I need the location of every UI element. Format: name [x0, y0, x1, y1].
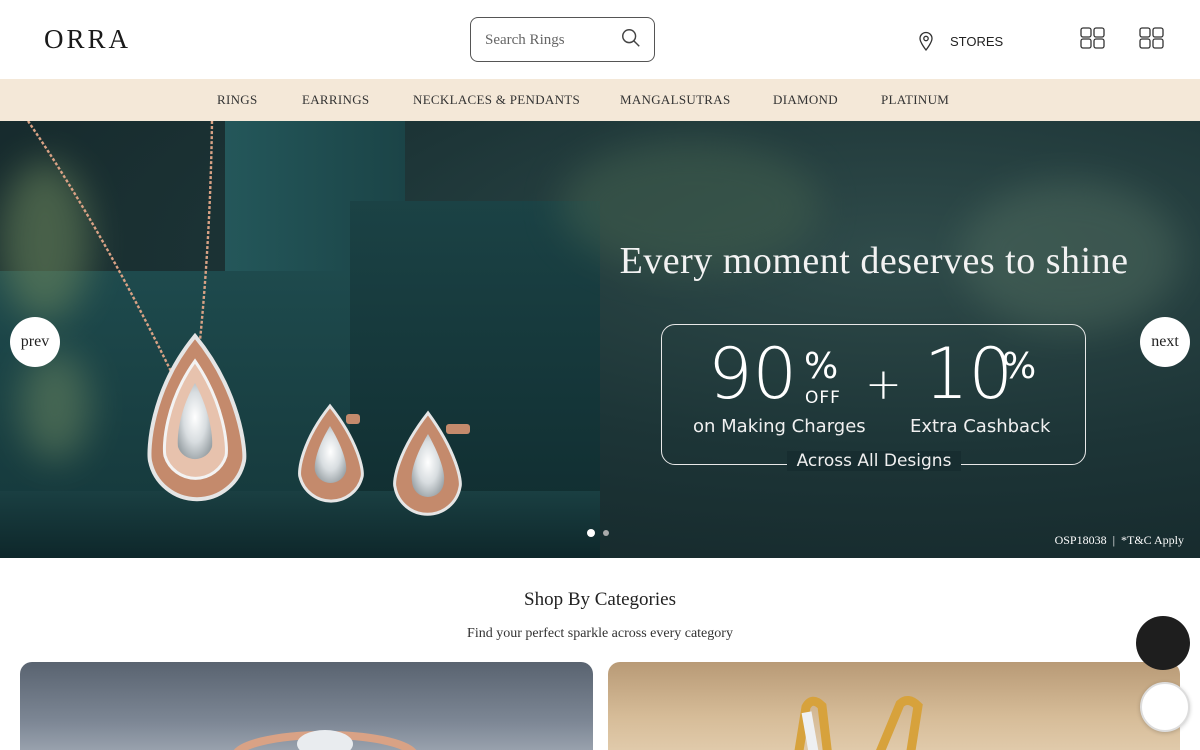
hero-banner[interactable]: Every moment deserves to shine 90 % OFF … [0, 121, 1200, 558]
site-header: ORRA STORES [0, 0, 1200, 79]
nav-item-earrings[interactable]: EARRINGS [302, 92, 369, 108]
carousel-dot[interactable] [587, 529, 595, 537]
offer-making-percent: 90 [708, 333, 798, 415]
categories-title: Shop By Categories [524, 589, 676, 610]
main-nav: RINGS EARRINGS NECKLACES & PENDANTS MANG… [0, 79, 1200, 121]
offer-cashback-label: Extra Cashback [910, 416, 1051, 437]
categories-subtitle: Find your perfect sparkle across every c… [467, 626, 733, 641]
nav-item-rings[interactable]: RINGS [217, 92, 258, 108]
stores-link[interactable]: STORES [918, 30, 1003, 52]
offer-making-label: on Making Charges [693, 416, 866, 437]
ring-image [233, 730, 417, 750]
legal-note: OSP18038 | *T&C Apply [1055, 533, 1184, 548]
nav-item-platinum[interactable]: PLATINUM [881, 92, 949, 108]
legal-separator: | [1112, 533, 1115, 547]
grid-icon[interactable] [1080, 27, 1105, 49]
offer-off-label: OFF [805, 388, 841, 408]
carousel-next-button[interactable]: next [1140, 317, 1190, 367]
search-icon[interactable] [620, 27, 642, 49]
offer-percent-sign: % [1002, 346, 1037, 387]
carousel-dot[interactable] [603, 530, 609, 536]
nav-item-necklaces-pendants[interactable]: NECKLACES & PENDANTS [413, 92, 580, 108]
offer-plus: + [865, 359, 902, 410]
pendant-earrings-image [27, 121, 470, 516]
brand-logo[interactable]: ORRA [44, 24, 131, 55]
stores-label: STORES [950, 33, 1004, 49]
category-card-rings[interactable] [20, 662, 593, 750]
location-pin-icon [919, 31, 933, 51]
nav-item-mangalsutras[interactable]: MANGALSUTRAS [620, 92, 731, 108]
grid-icon[interactable] [1139, 27, 1164, 49]
nav-item-diamond[interactable]: DIAMOND [773, 92, 838, 108]
hero-title: Every moment deserves to shine [619, 240, 1129, 282]
carousel-dots [587, 529, 609, 537]
offer-across-label: Across All Designs [600, 451, 1148, 471]
terms-label: *T&C Apply [1120, 533, 1184, 547]
earrings-image [794, 696, 923, 750]
floating-chat-button[interactable] [1136, 616, 1190, 670]
floating-action-button[interactable] [1140, 682, 1190, 732]
offer-code: OSP18038 [1054, 533, 1107, 547]
search-box[interactable] [470, 17, 655, 62]
search-input[interactable] [485, 29, 615, 51]
category-card-earrings[interactable] [608, 662, 1180, 750]
carousel-prev-button[interactable]: prev [10, 317, 60, 367]
offer-percent-sign: % [804, 346, 839, 387]
offer-cashback-percent: 10 [924, 333, 1014, 415]
